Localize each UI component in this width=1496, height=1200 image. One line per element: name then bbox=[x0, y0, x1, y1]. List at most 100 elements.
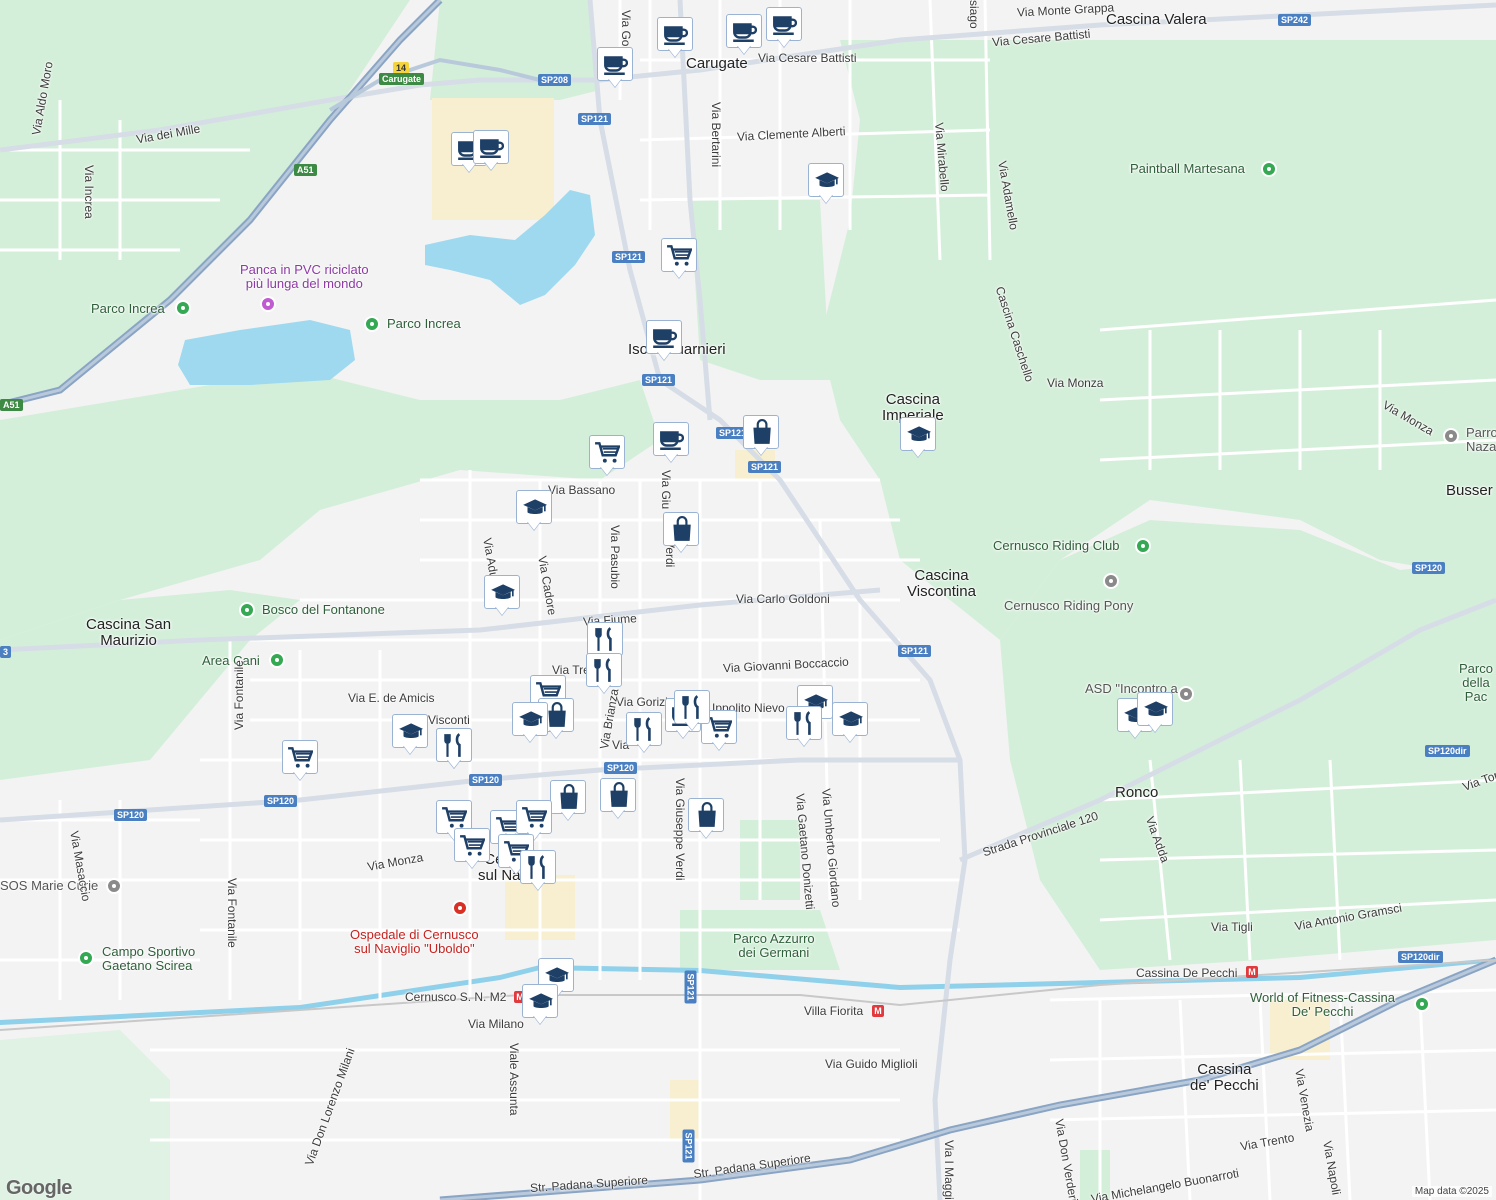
poi-pin-school[interactable] bbox=[522, 984, 558, 1026]
poi-pin-shopping-bag[interactable] bbox=[743, 415, 779, 457]
sport-icon bbox=[1261, 161, 1277, 177]
road-shield-sp121: SP121 bbox=[578, 113, 612, 125]
place-label-cascina-valera: Cascina Valera bbox=[1106, 11, 1207, 28]
metro-label-villa-fiorita[interactable]: Villa Fiorita bbox=[804, 1005, 863, 1017]
church-icon bbox=[1443, 428, 1459, 444]
road-shield-sp120: SP120 bbox=[604, 762, 638, 774]
shopping-cart-icon bbox=[288, 747, 313, 768]
poi-label-world-fitness[interactable]: World of Fitness-Cassina De' Pecchi bbox=[1250, 991, 1395, 1019]
poi-label-ospedale[interactable]: Ospedale di Cernusco sul Naviglio "Ubold… bbox=[350, 928, 479, 956]
poi-label-riding-club[interactable]: Cernusco Riding Club bbox=[993, 539, 1119, 552]
poi-label-parrocchia[interactable]: Parro Naza bbox=[1466, 426, 1496, 454]
sport-icon bbox=[1178, 686, 1194, 702]
cafe-icon bbox=[604, 56, 628, 75]
poi-pin-restaurant[interactable] bbox=[674, 690, 710, 732]
poi-pin-school[interactable] bbox=[392, 714, 428, 756]
poi-pin-school[interactable] bbox=[484, 575, 520, 617]
poi-label-paintball[interactable]: Paintball Martesana bbox=[1130, 162, 1245, 175]
restaurant-icon bbox=[594, 658, 611, 682]
poi-pin-shopping-bag[interactable] bbox=[688, 798, 724, 840]
restaurant-icon bbox=[794, 711, 811, 735]
google-logo: Google bbox=[6, 1177, 72, 1199]
map-canvas[interactable]: Carugate Cascina Valera Cascina Imperial… bbox=[0, 0, 1496, 1200]
poi-pin-cafe[interactable] bbox=[766, 7, 802, 49]
poi-pin-restaurant[interactable] bbox=[436, 728, 472, 770]
road-shield-sp121: SP121 bbox=[898, 645, 932, 657]
poi-pin-restaurant[interactable] bbox=[586, 653, 622, 695]
poi-pin-shopping-cart[interactable] bbox=[661, 238, 697, 280]
street-label: Via Monza bbox=[1047, 376, 1104, 390]
metro-label-cernusco[interactable]: Cernusco S. N. M2 bbox=[405, 991, 506, 1003]
poi-label-area-cani[interactable]: Area Cani bbox=[202, 654, 260, 667]
poi-pin-restaurant[interactable] bbox=[626, 712, 662, 754]
poi-pin-school[interactable] bbox=[1137, 692, 1173, 734]
shopping-bag-icon bbox=[673, 516, 691, 541]
street-label: Via Cesare Battisti bbox=[758, 51, 857, 65]
poi-pin-cafe[interactable] bbox=[646, 320, 682, 362]
road-shield-sp120dir: SP120dir bbox=[1398, 951, 1443, 963]
poi-pin-school[interactable] bbox=[512, 702, 548, 744]
street-label: Visconti bbox=[428, 713, 470, 727]
poi-label-campo-sportivo[interactable]: Campo Sportivo Gaetano Scirea bbox=[102, 945, 195, 973]
cafe-icon bbox=[664, 26, 688, 45]
road-shield-sp121: SP121 bbox=[748, 461, 782, 473]
poi-label-parco-azzurro[interactable]: Parco Azzurro dei Germani bbox=[733, 932, 815, 960]
poi-pin-cafe[interactable] bbox=[653, 422, 689, 464]
tree-icon bbox=[239, 602, 255, 618]
exit-name: Carugate bbox=[379, 73, 425, 85]
poi-pin-cafe[interactable] bbox=[657, 17, 693, 59]
poi-pin-school[interactable] bbox=[516, 490, 552, 532]
metro-icon: M bbox=[872, 1005, 884, 1017]
poi-pin-school[interactable] bbox=[832, 702, 868, 744]
poi-pin-shopping-bag[interactable] bbox=[550, 780, 586, 822]
metro-label-cassina-de-pecchi[interactable]: Cassina De Pecchi bbox=[1136, 967, 1237, 979]
street-label: siago bbox=[967, 0, 981, 29]
street-label: Via Fontanile bbox=[232, 660, 246, 730]
place-label-cascina-san-maurizio: Cascina San Maurizio bbox=[86, 616, 172, 649]
restaurant-icon bbox=[682, 695, 699, 719]
shopping-cart-icon bbox=[460, 835, 485, 856]
cafe-icon bbox=[480, 139, 504, 158]
poi-label-panca[interactable]: Panca in PVC riciclato più lunga del mon… bbox=[240, 263, 369, 291]
poi-label-bosco-fontanone[interactable]: Bosco del Fontanone bbox=[262, 603, 385, 616]
school-icon bbox=[106, 878, 122, 894]
street-label: Via Increa bbox=[82, 165, 96, 219]
poi-label-parco-increa-1[interactable]: Parco Increa bbox=[91, 302, 165, 315]
school-icon bbox=[529, 993, 553, 1009]
street-label: Via Guido Miglioli bbox=[825, 1057, 918, 1071]
restaurant-icon bbox=[528, 855, 545, 879]
shopping-bag-icon bbox=[753, 419, 771, 444]
road-shield-sp120: SP120 bbox=[114, 809, 148, 821]
map-attribution[interactable]: Map data ©2025 bbox=[1411, 1186, 1492, 1197]
poi-pin-shopping-bag[interactable] bbox=[663, 512, 699, 554]
poi-label-riding-pony[interactable]: Cernusco Riding Pony bbox=[1004, 599, 1133, 612]
poi-pin-school[interactable] bbox=[900, 417, 936, 459]
restaurant-icon bbox=[634, 717, 651, 741]
poi-pin-restaurant[interactable] bbox=[520, 850, 556, 892]
street-label: Via I Maggi bbox=[942, 1140, 956, 1200]
school-icon bbox=[399, 723, 423, 739]
restaurant-icon bbox=[444, 733, 461, 757]
street-label: Via Bertarini bbox=[709, 102, 723, 168]
poi-pin-cafe[interactable] bbox=[473, 130, 509, 172]
poi-pin-shopping-cart[interactable] bbox=[454, 828, 490, 870]
poi-label-parco-pace[interactable]: Parco della Pac bbox=[1456, 662, 1496, 704]
poi-pin-school[interactable] bbox=[808, 163, 844, 205]
road-shield-sp121: SP121 bbox=[684, 970, 697, 1004]
poi-label-parco-increa-2[interactable]: Parco Increa bbox=[387, 317, 461, 330]
place-label-bussero: Busser bbox=[1446, 482, 1493, 499]
street-label: Via Fontanile bbox=[225, 878, 239, 948]
tree-icon bbox=[364, 316, 380, 332]
poi-pin-cafe[interactable] bbox=[726, 14, 762, 56]
road-shield-a51: A51 bbox=[0, 399, 23, 411]
shopping-cart-icon bbox=[667, 245, 692, 266]
place-label-cascina-viscontina: Cascina Viscontina bbox=[907, 567, 976, 600]
poi-pin-shopping-cart[interactable] bbox=[282, 740, 318, 782]
cafe-icon bbox=[660, 431, 684, 450]
school-icon bbox=[1103, 573, 1119, 589]
poi-pin-restaurant[interactable] bbox=[786, 706, 822, 748]
poi-pin-cafe[interactable] bbox=[597, 47, 633, 89]
poi-pin-shopping-bag[interactable] bbox=[600, 778, 636, 820]
poi-pin-shopping-cart[interactable] bbox=[589, 435, 625, 477]
hospital-icon bbox=[452, 900, 468, 916]
